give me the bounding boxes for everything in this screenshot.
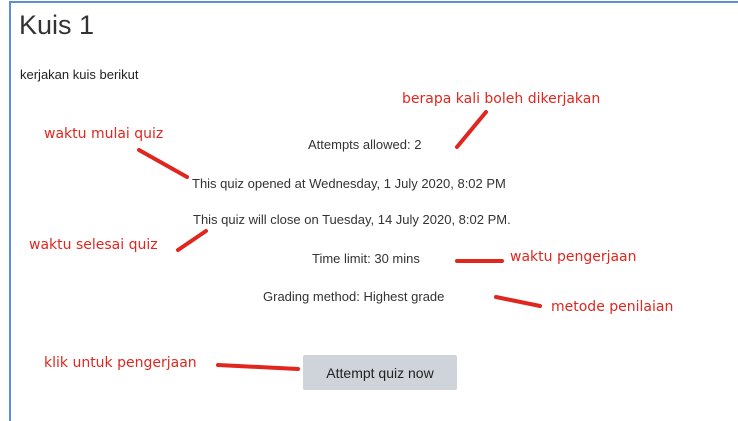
arrow-attempts xyxy=(455,110,488,149)
arrow-end-time xyxy=(176,229,208,252)
arrow-button xyxy=(216,363,300,371)
arrow-grading xyxy=(494,295,542,308)
annotation-arrows xyxy=(137,110,542,371)
arrow-start-time xyxy=(137,148,189,179)
